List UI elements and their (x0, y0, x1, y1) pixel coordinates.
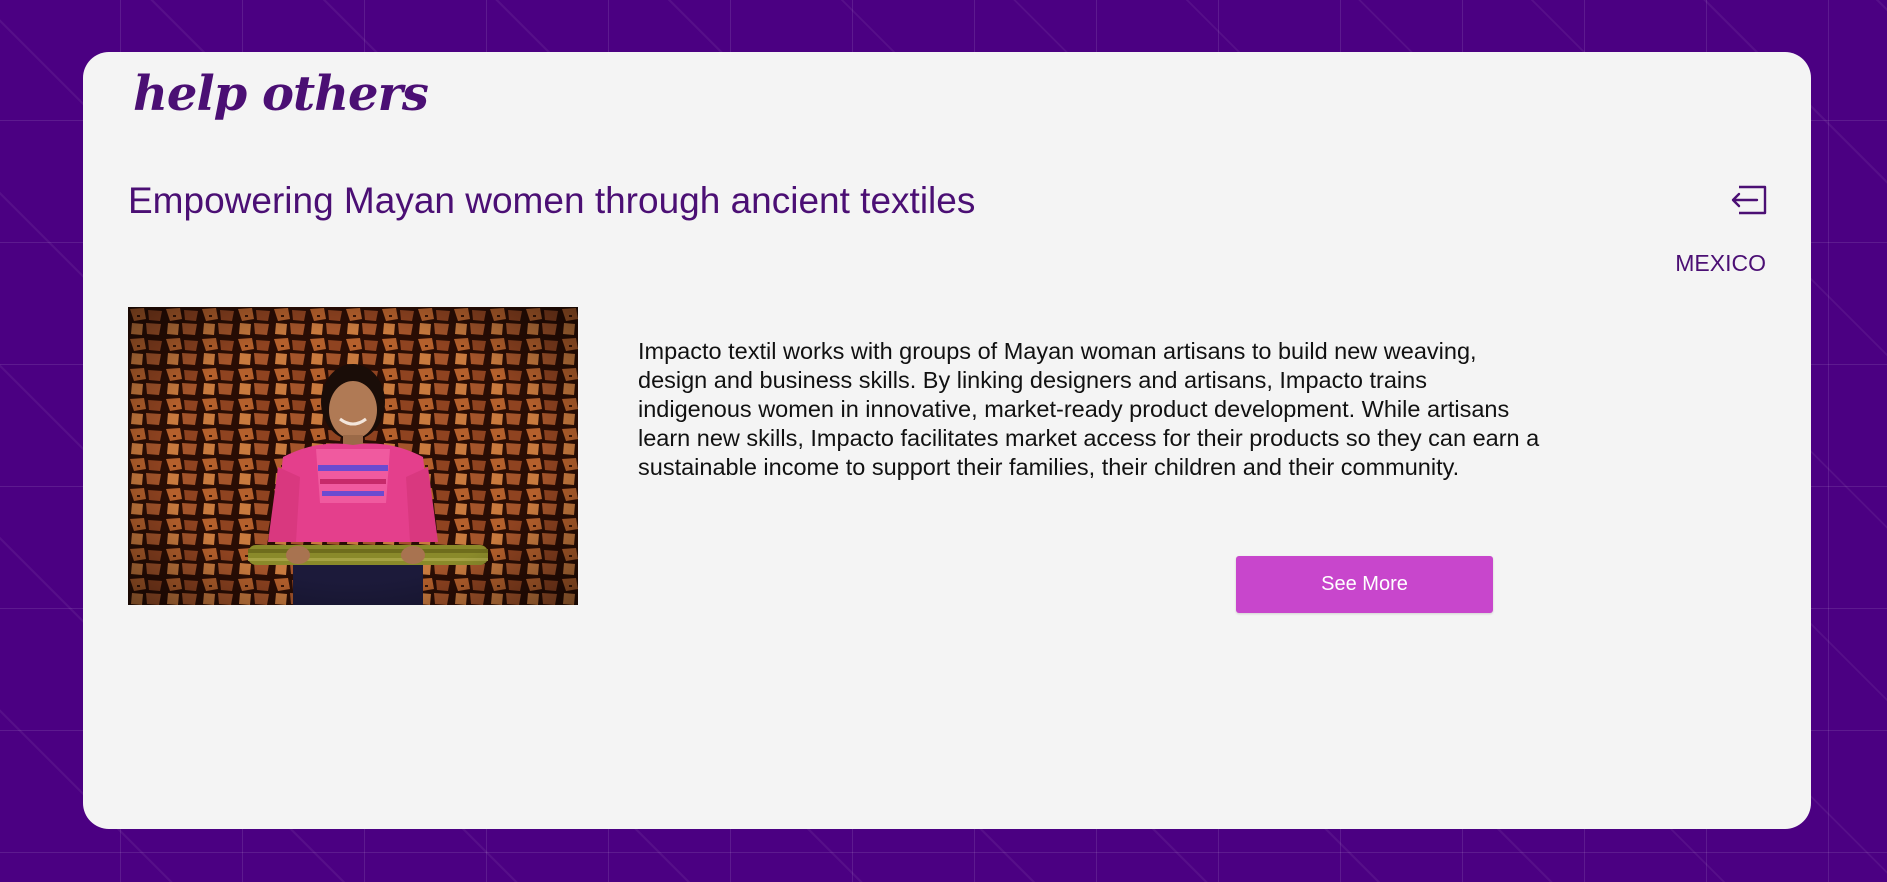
project-title: Empowering Mayan women through ancient t… (128, 180, 976, 221)
country-label: MEXICO (1675, 250, 1766, 276)
project-description: Impacto textil works with groups of Maya… (638, 338, 1540, 480)
see-more-button[interactable]: See More (1236, 556, 1493, 613)
exit-icon[interactable] (1729, 182, 1769, 218)
project-photo (128, 307, 578, 605)
project-card: help others Empowering Mayan women throu… (83, 52, 1811, 829)
artisan-photo (128, 307, 578, 605)
logo[interactable]: help others (133, 66, 429, 122)
